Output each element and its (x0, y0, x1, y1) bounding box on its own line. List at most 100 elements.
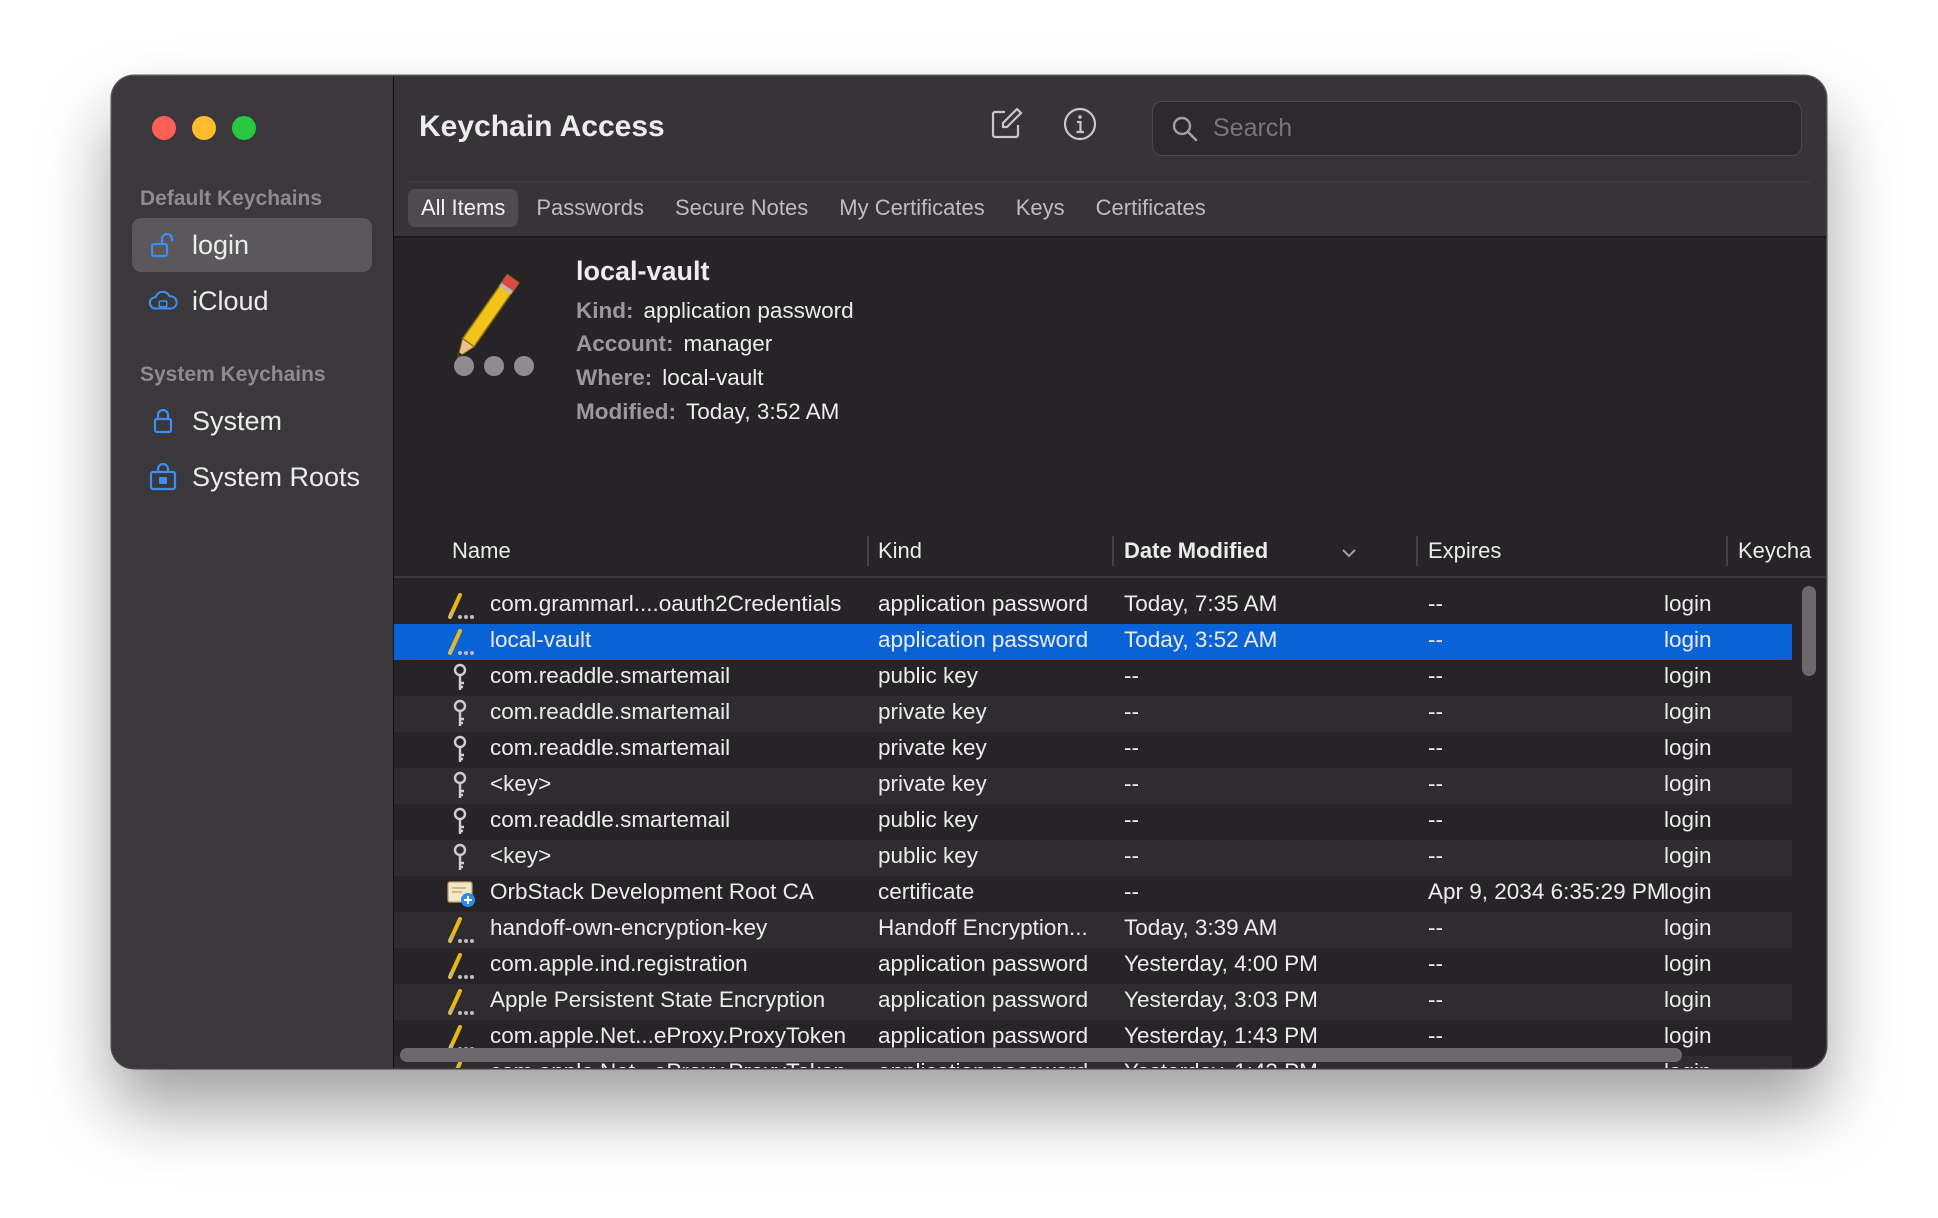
cell-keychain: login (1664, 627, 1712, 652)
table-row[interactable]: com.readdle.smartemail private key -- -- log… (394, 696, 1792, 732)
tab-passwords[interactable]: Passwords (523, 189, 657, 227)
square-pencil-icon (989, 106, 1023, 146)
cell-keychain: login (1664, 843, 1712, 868)
cell-date-modified: -- (1124, 663, 1139, 688)
certificate-icon (446, 879, 476, 909)
close-window-button[interactable] (152, 116, 176, 140)
cell-keychain: login (1664, 771, 1712, 796)
cell-expires: -- (1428, 951, 1443, 976)
tab-secure-notes[interactable]: Secure Notes (662, 189, 821, 227)
cell-name: <key> (490, 843, 552, 868)
cell-keychain: login (1664, 879, 1712, 904)
cell-name: Apple Persistent State Encryption (490, 987, 826, 1012)
cell-expires: -- (1428, 627, 1443, 652)
cell-kind: application password (878, 627, 1089, 652)
cell-expires: -- (1428, 1023, 1443, 1048)
cell-date-modified: Yesterday, 3:03 PM (1124, 987, 1318, 1012)
cell-expires: -- (1428, 771, 1443, 796)
table-row[interactable]: Apple Persistent State Encryption applica… (394, 984, 1792, 1020)
cell-expires: -- (1428, 987, 1443, 1012)
cell-date-modified: -- (1124, 879, 1139, 904)
column-divider[interactable] (867, 536, 869, 566)
tab-keys[interactable]: Keys (1003, 189, 1078, 227)
cell-keychain: login (1664, 735, 1712, 760)
cell-kind: public key (878, 663, 979, 688)
sidebar-section-default: Default Keychains (140, 187, 323, 210)
window-title: Keychain Access (419, 110, 665, 143)
cell-name: handoff-own-encryption-key (490, 915, 768, 940)
cell-date-modified: Yesterday, 1:43 PM (1124, 1023, 1318, 1048)
cell-kind: certificate (878, 879, 975, 904)
column-header-keychain[interactable]: Keycha (1738, 538, 1811, 564)
column-header-name[interactable]: Name (452, 538, 511, 564)
key-icon (446, 735, 476, 765)
column-divider[interactable] (1726, 536, 1728, 566)
column-divider[interactable] (1112, 536, 1114, 566)
sidebar-section-system: System Keychains (140, 363, 326, 386)
cell-name: com.grammarl....oauth2Credentials (490, 591, 842, 616)
cell-kind: application password (878, 987, 1089, 1012)
cell-keychain: login (1664, 591, 1712, 616)
cloud-icon (148, 286, 178, 316)
cell-name: com.readdle.smartemail (490, 807, 731, 832)
table-row[interactable]: OrbStack Development Root CA certificate -… (394, 876, 1792, 912)
search-icon (1171, 115, 1199, 143)
cell-name: OrbStack Development Root CA (490, 879, 814, 904)
table-header-border (394, 576, 1826, 578)
cell-date-modified: Today, 7:35 AM (1124, 591, 1278, 616)
tab-certificates[interactable]: Certificates (1083, 189, 1219, 227)
detail-item-name: local-vault (576, 256, 710, 286)
minimize-window-button[interactable] (192, 116, 216, 140)
cell-expires: -- (1428, 735, 1443, 760)
column-header-expires[interactable]: Expires (1428, 538, 1501, 564)
cell-kind: application password (878, 1023, 1089, 1048)
chevron-down-icon[interactable] (1340, 546, 1358, 564)
table-row[interactable]: local-vault application password Today, 3:… (394, 624, 1792, 660)
horizontal-scrollbar[interactable] (400, 1048, 1682, 1062)
cell-name: com.apple.ind.registration (490, 951, 748, 976)
table-row[interactable]: handoff-own-encryption-key Handoff Encryp… (394, 912, 1792, 948)
info-circle-icon (1062, 106, 1098, 147)
cell-date-modified: Today, 3:52 AM (1124, 627, 1278, 652)
sidebar-item-system-roots[interactable]: System Roots (132, 450, 372, 504)
password-pencil-icon (446, 987, 476, 1017)
cell-kind: Handoff Encryption... (878, 915, 1088, 940)
zoom-window-button[interactable] (232, 116, 256, 140)
cell-name: com.readdle.smartemail (490, 735, 731, 760)
cell-name: <key> (490, 771, 552, 796)
password-pencil-icon (446, 627, 476, 657)
cell-date-modified: Today, 3:39 AM (1124, 915, 1278, 940)
toolbar-divider (408, 181, 1810, 183)
cell-expires: -- (1428, 843, 1443, 868)
sidebar-item-system[interactable]: System (132, 394, 372, 448)
table-row[interactable]: com.apple.ind.registration application pa… (394, 948, 1792, 984)
vertical-scrollbar[interactable] (1802, 586, 1816, 676)
search-input[interactable] (1211, 113, 1775, 144)
tab-my-certificates[interactable]: My Certificates (826, 189, 997, 227)
cell-kind: public key (878, 843, 979, 868)
column-divider[interactable] (1416, 536, 1418, 566)
sidebar-item-login[interactable]: login (132, 218, 372, 272)
table-row[interactable]: com.readdle.smartemail public key -- -- logi… (394, 804, 1792, 840)
new-item-button[interactable] (984, 104, 1028, 148)
tab-all-items[interactable]: All Items (408, 189, 519, 227)
table-row[interactable]: com.readdle.smartemail public key -- -- logi… (394, 660, 1792, 696)
table-row[interactable]: <key> private key -- -- login (394, 768, 1792, 804)
search-field[interactable] (1152, 101, 1802, 156)
table-row[interactable]: <key> public key -- -- login (394, 840, 1792, 876)
sidebar-item-label: System Roots (192, 461, 361, 492)
info-button[interactable] (1058, 104, 1102, 148)
table-row[interactable]: com.grammarl....oauth2Credentials applica… (394, 588, 1792, 624)
cell-date-modified: -- (1124, 699, 1139, 724)
cell-name: local-vault (490, 627, 592, 652)
sidebar-item-icloud[interactable]: iCloud (132, 274, 372, 328)
cell-keychain: login (1664, 663, 1712, 688)
key-icon (446, 843, 476, 873)
column-header-kind[interactable]: Kind (878, 538, 922, 564)
cell-date-modified: -- (1124, 735, 1139, 760)
table-row[interactable]: com.readdle.smartemail private key -- -- log… (394, 732, 1792, 768)
cell-kind: private key (878, 771, 987, 796)
sidebar-item-label: login (192, 229, 250, 260)
column-header-date-modified[interactable]: Date Modified (1124, 538, 1268, 564)
cell-expires: Apr 9, 2034 6:35:29 PM (1428, 879, 1666, 904)
